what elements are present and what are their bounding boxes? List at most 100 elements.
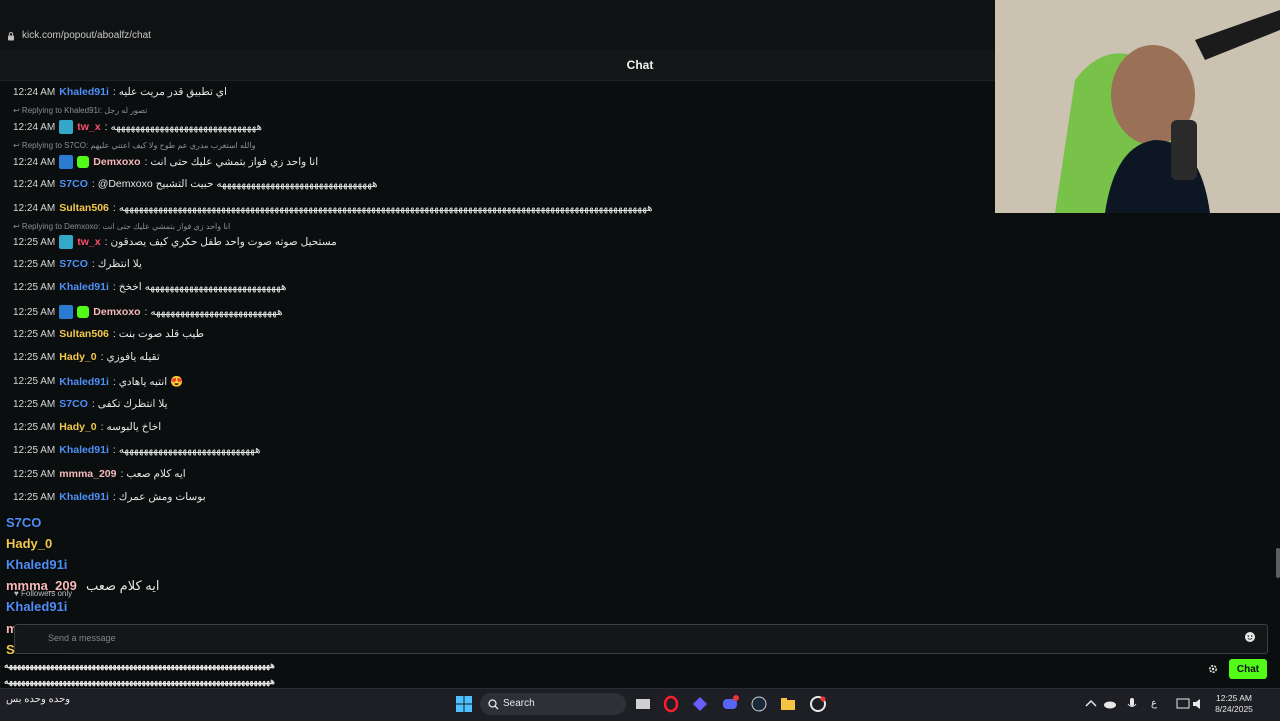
taskbar-search[interactable] [480,693,626,715]
streamer-webcam [995,0,1280,213]
message-timestamp: 12:25 AM [13,376,56,387]
discord-icon[interactable] [721,695,739,713]
url-text: kick.com/popout/aboalfz/chat [22,30,151,41]
microphone-icon[interactable] [1123,695,1141,713]
lock-icon [8,31,14,40]
message-username[interactable]: Demxoxo [93,306,140,318]
url-display[interactable]: kick.com/popout/aboalfz/chat [6,30,151,41]
chat-message[interactable]: 12:25 AM Khaled91i: بوسات ومش عمرك [13,491,206,503]
file-explorer-icon[interactable] [779,695,797,713]
taskbar-clock[interactable]: 12:25 AM 8/24/2025 [1210,693,1258,715]
chat-message[interactable]: 12:25 AM Khaled91i: ههههههههههههههههههههه… [13,281,286,293]
message-input-box[interactable] [14,624,1268,654]
chat-message[interactable]: 12:24 AM Demxoxo : انا واحد زي فواز بتمشي … [13,155,318,169]
chat-message[interactable]: 12:25 AM Demxoxo : ههههههههههههههههههههههه… [13,305,283,319]
message-username[interactable]: Khaled91i [59,281,109,293]
message-timestamp: 12:25 AM [13,491,56,503]
message-timestamp: 12:24 AM [13,178,56,190]
chat-message[interactable]: 12:24 AM Sultan506: ههههههههههههههههههههه… [13,202,653,214]
message-timestamp: 12:24 AM [13,202,56,214]
message-username[interactable]: mmma_209 [59,468,116,480]
chevron-up-icon[interactable] [1082,695,1100,713]
taskbar-weather[interactable]: وحده وحده بس [6,694,70,705]
chat-message[interactable]: 12:25 AM Khaled91i: انتبه ياهادي 😍 [13,375,184,389]
message-username[interactable]: S7CO [59,398,88,410]
overlay-line: هههههههههههههههههههههههههههههههههههههههه… [4,660,275,670]
message-username[interactable]: Demxoxo [93,156,140,168]
message-username[interactable]: Khaled91i [59,491,109,503]
message-text: : ايه كلام صعب [120,468,186,480]
chat-send-button[interactable]: Chat [1229,659,1267,679]
windows-start-icon[interactable] [455,695,473,713]
chat-message[interactable]: 12:25 AM Hady_0: اخاخ يالبوسه [13,421,161,433]
message-username[interactable]: tw_x [77,121,100,133]
chat-message[interactable]: 12:24 AM S7CO: @Demxoxo ههههههههههههههههه… [13,178,378,190]
emoji-icon[interactable] [1244,631,1256,643]
onedrive-icon[interactable] [1101,695,1119,713]
message-text: : هههههههههههههههههههههههههههههههههههههه… [112,202,653,214]
streamer-webcam-image [995,0,1280,213]
message-text: : ههههههههههههههههههههههههههههههه [104,121,262,133]
gear-icon[interactable] [1207,663,1219,675]
overlay-username: Khaled91i [6,557,68,572]
followers-only-notice: ♥ Followers only [14,589,73,598]
reply-context: ↩ Replying to Khaled91i: تصور له رجل [13,106,148,115]
chat-message[interactable]: 12:25 AM Khaled91i: ههههههههههههههههههههه… [13,444,261,456]
browser-icon[interactable] [809,695,827,713]
chat-message[interactable]: 12:25 AM S7CO: يلا انتظرك تكفى [13,398,168,410]
message-text: : يلا انتظرك [91,258,142,270]
message-input-placeholder[interactable]: Send a message [48,633,116,643]
overlay-line: هههههههههههههههههههههههههههههههههههههههه… [4,676,275,686]
message-timestamp: 12:24 AM [13,156,56,168]
message-text: : يلا انتظرك تكفى [91,398,168,410]
message-text: : بوسات ومش عمرك [112,491,206,503]
app-icon[interactable] [691,695,709,713]
message-username[interactable]: S7CO [59,258,88,270]
chat-message[interactable]: 12:25 AM S7CO: يلا انتظرك [13,258,142,270]
message-timestamp: 12:25 AM [13,306,56,318]
message-text: : مستحيل صوته صوت واحد طفل حكري كيف يصدق… [104,236,337,248]
message-text: : اخاخ يالبوسه [100,421,162,433]
chat-message[interactable]: 12:25 AM Sultan506: طيب قلد صوت بنت [13,328,204,340]
message-username[interactable]: Hady_0 [59,421,96,433]
message-username[interactable]: Hady_0 [59,351,96,363]
message-username[interactable]: tw_x [77,236,100,248]
message-timestamp: 12:25 AM [13,281,56,293]
volume-icon[interactable] [1190,695,1208,713]
message-text: : ههههههههههههههههههههههههههههه اخخخ [112,281,287,293]
opera-icon[interactable] [662,695,680,713]
chat-message[interactable]: 12:25 AM mmma_209 : ايه كلام صعب [13,468,186,480]
kick-badge-icon [77,306,90,318]
moderator-badge-icon [59,305,74,319]
message-username[interactable]: Sultan506 [59,328,109,340]
message-username[interactable]: Khaled91i [59,86,109,98]
search-icon [488,698,499,709]
message-username[interactable]: Sultan506 [59,202,109,214]
message-text: : اي تطبيق قدر مريت عليه [112,86,227,98]
message-timestamp: 12:24 AM [13,86,56,98]
message-text: : انا واحد زي فواز بتمشي عليك حتى انت [144,156,319,168]
task-view-icon[interactable] [634,695,652,713]
message-timestamp: 12:25 AM [13,468,56,480]
overlay-username: S7CO [6,515,42,530]
chat-message[interactable]: 12:24 AM Khaled91i: اي تطبيق قدر مريت علي… [13,86,227,98]
message-timestamp: 12:25 AM [13,444,56,456]
message-text: : ههههههههههههههههههههههههههه [144,306,283,318]
message-text: : تقيله يافوزي [100,351,160,363]
scrollbar[interactable] [1276,548,1280,578]
chat-message[interactable]: 12:24 AM tw_x: هههههههههههههههههههههههههه… [13,120,262,134]
message-text: : انتبه ياهادي 😍 [112,376,184,388]
message-username[interactable]: Khaled91i [59,376,109,388]
subscriber-badge-icon [59,235,74,249]
kick-badge-icon [77,156,90,168]
reply-context: ↩ Replying to Demxoxo: انا واحد زي فواز … [13,222,231,231]
message-text: : طيب قلد صوت بنت [112,328,204,340]
overlay-text: ايه كلام صعب [86,578,160,593]
steam-icon[interactable] [750,695,768,713]
chat-message[interactable]: 12:25 AM Hady_0: تقيله يافوزي [13,351,160,363]
search-label: Search [503,698,535,709]
message-username[interactable]: S7CO [59,178,88,190]
message-username[interactable]: Khaled91i [59,444,109,456]
keyboard-language[interactable]: ع [1151,698,1169,716]
chat-message[interactable]: 12:25 AM tw_x: مستحيل صوته صوت واحد طفل ح… [13,235,337,249]
